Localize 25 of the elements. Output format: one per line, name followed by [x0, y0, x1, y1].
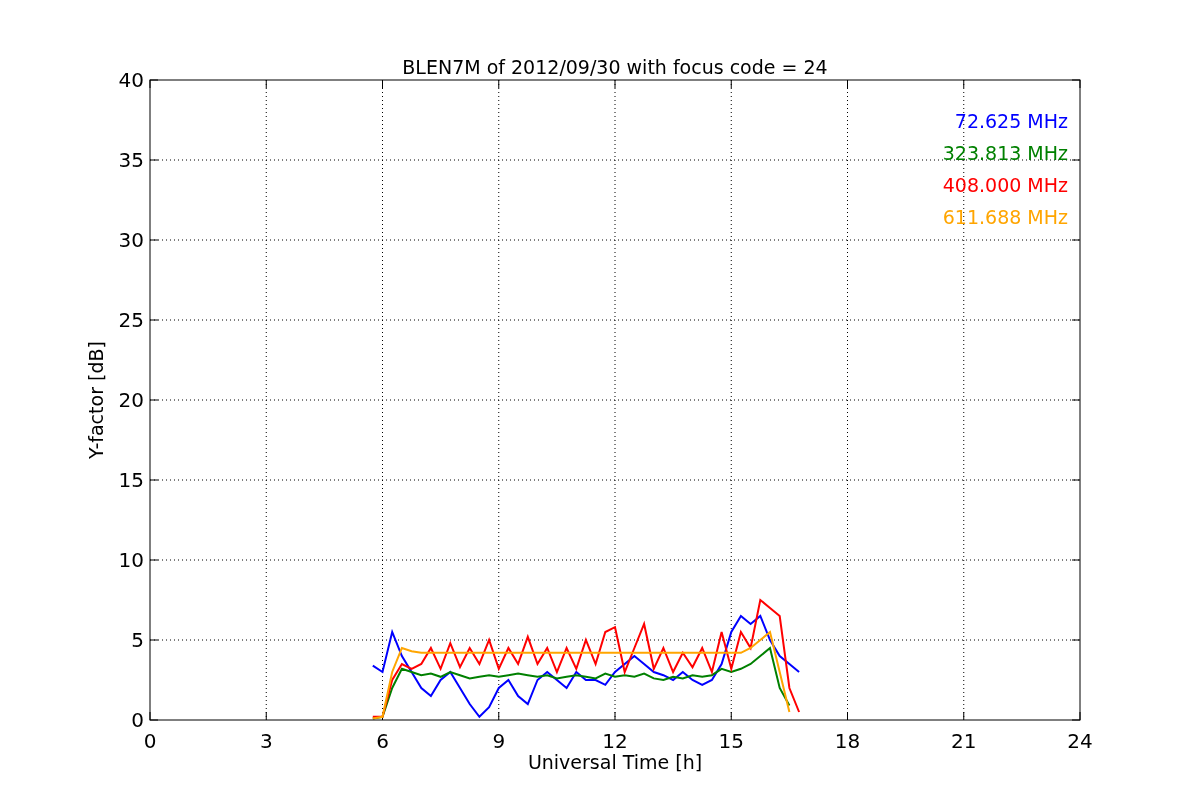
y-tick-label: 25	[118, 308, 144, 332]
y-tick-label: 40	[118, 68, 144, 92]
x-axis-label: Universal Time [h]	[527, 751, 703, 773]
y-tick-label: 30	[118, 228, 144, 252]
y-tick-label: 5	[131, 628, 144, 652]
legend-label: 408.000 MHz	[942, 174, 1068, 196]
y-tick-label: 10	[118, 548, 144, 572]
legend-label: 72.625 MHz	[954, 110, 1068, 132]
x-tick-label: 18	[834, 729, 861, 753]
y-tick-label: 15	[118, 468, 144, 492]
legend-label: 323.813 MHz	[942, 142, 1068, 164]
x-tick-label: 9	[492, 729, 506, 753]
y-tick-label: 35	[118, 148, 144, 172]
x-tick-label: 24	[1067, 729, 1093, 753]
x-tick-label: 3	[259, 729, 273, 753]
chart-title: BLEN7M of 2012/09/30 with focus code = 24	[402, 56, 828, 78]
x-tick-label: 12	[602, 729, 628, 753]
x-tick-label: 6	[376, 729, 389, 753]
y-axis-label: Y-factor [dB]	[85, 341, 107, 459]
x-tick-label: 21	[951, 729, 977, 753]
y-tick-label: 20	[118, 388, 144, 412]
legend-label: 611.688 MHz	[942, 206, 1068, 228]
x-tick-label: 15	[718, 729, 744, 753]
y-tick-label: 0	[131, 708, 144, 732]
x-tick-label: 0	[143, 729, 157, 753]
